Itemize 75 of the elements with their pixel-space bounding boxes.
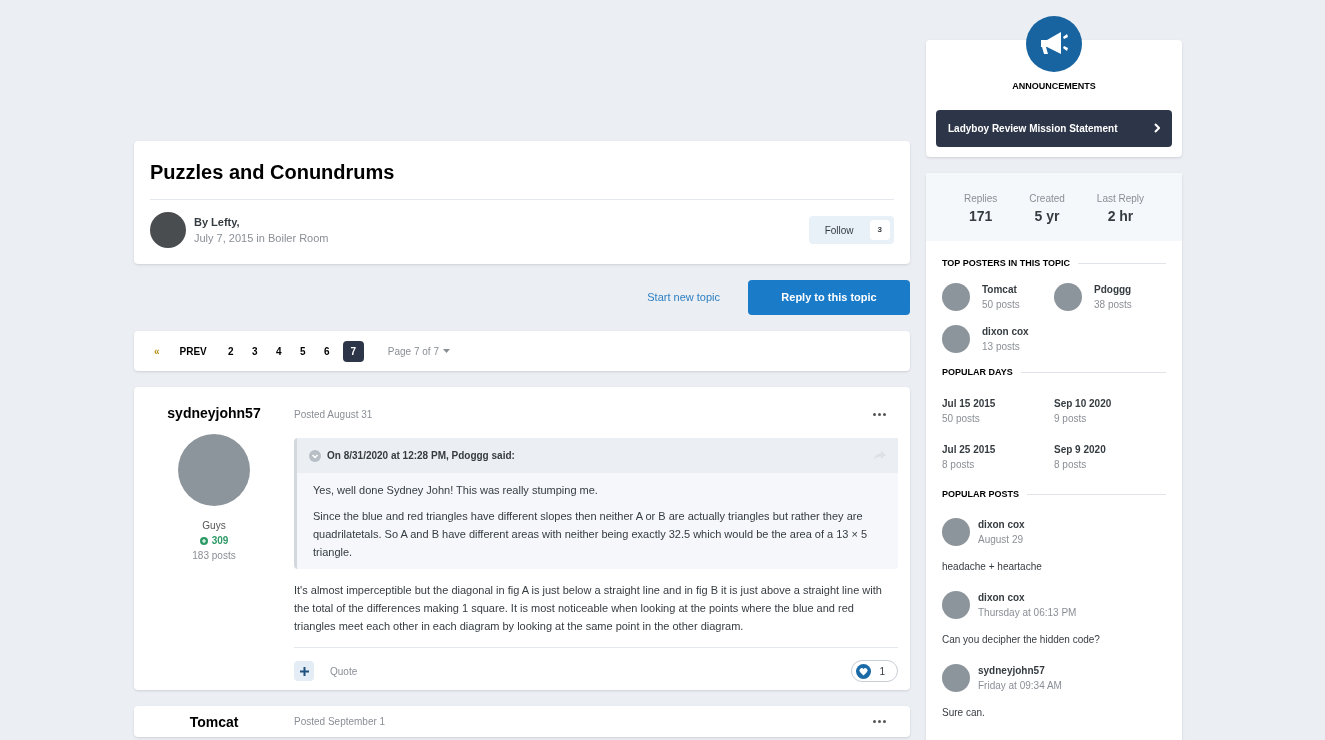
- follower-count: 3: [869, 220, 890, 240]
- caret-icon: [442, 349, 450, 353]
- plus-icon: [299, 666, 309, 676]
- popular-day-count: 8 posts: [942, 457, 976, 472]
- popular-day-count: 9 posts: [1054, 411, 1088, 426]
- popular-post-excerpt[interactable]: Sure can.: [942, 705, 1166, 720]
- poster-name[interactable]: Tomcat: [982, 282, 1020, 297]
- stat-value: 5 yr: [1034, 206, 1060, 226]
- popular-post-time: August 29: [978, 533, 1025, 547]
- popular-day-count: 8 posts: [1054, 457, 1088, 472]
- stat-label: Created: [1029, 191, 1065, 206]
- quote-paragraph: Since the blue and red triangles have different slopes then neither A or B are actually triangles but rather they are quadrilatetals. So A and B have different areas with neither being exactly 32.5 which would be the area of a 13 × 5 triangle.: [313, 509, 869, 560]
- popular-post-author[interactable]: dixon cox: [978, 517, 1025, 532]
- start-topic-link[interactable]: Start new topic: [647, 289, 720, 306]
- stat-value: 2 hr: [1107, 206, 1134, 226]
- popular-day-date[interactable]: Sep 9 2020: [1054, 441, 1166, 457]
- post-date: Posted September 1: [294, 715, 386, 729]
- author-name[interactable]: By Lefty,: [194, 213, 329, 230]
- quote-attribution: On 8/31/2020 at 12:28 PM, Pdoggg said:: [327, 449, 515, 463]
- page-link[interactable]: 2: [222, 340, 239, 362]
- poster-name[interactable]: Pdoggg: [1094, 282, 1132, 297]
- post-author[interactable]: sydneyjohn57: [167, 403, 261, 424]
- more-options-icon[interactable]: [873, 720, 886, 723]
- avatar-image: [942, 283, 970, 311]
- avatar-image: [1054, 283, 1082, 311]
- avatar-image: [942, 591, 970, 619]
- poster-post-count: 38 posts: [1094, 298, 1132, 312]
- avatar-image: [942, 664, 970, 692]
- post-date: Posted August 31: [294, 408, 373, 422]
- page-link[interactable]: 6: [318, 340, 335, 362]
- topic-title: Puzzles and Conundrums: [150, 157, 894, 200]
- plus-circle-icon: [199, 536, 208, 545]
- stat-label: Replies: [963, 191, 998, 206]
- poster-post-count: 50 posts: [982, 298, 1020, 312]
- section-heading: POPULAR DAYS: [942, 366, 1013, 379]
- page-link[interactable]: 5: [294, 340, 311, 362]
- post-body: It's almost imperceptible but the diagonal in fig A is just below a straight line and in fig B it is just above a straight line with the total of the differences making 1 square. It is most noticeable when looking at the points where the blue and red triangles meet each other in each diagram by looking at the same point in the other diagram.: [294, 581, 898, 648]
- quote-paragraph: Yes, well done Sydney John! This was really stumping me.: [313, 483, 599, 498]
- section-heading: TOP POSTERS IN THIS TOPIC: [942, 256, 1071, 270]
- popular-post-excerpt[interactable]: Can you decipher the hidden code?: [942, 632, 1166, 647]
- multiquote-button[interactable]: [294, 661, 314, 681]
- popular-post-author[interactable]: dixon cox: [978, 590, 1077, 605]
- chevron-right-icon: [1154, 123, 1160, 133]
- avatar-image: [150, 212, 186, 248]
- page-link[interactable]: 4: [270, 340, 287, 362]
- quote-link[interactable]: Quote: [330, 663, 358, 679]
- announcements-heading: ANNOUNCEMENTS: [1012, 80, 1096, 93]
- avatar-image: [942, 325, 970, 353]
- topic-meta: July 7, 2015 in Boiler Room: [194, 231, 329, 246]
- popular-day-count: 50 posts: [942, 411, 981, 426]
- popular-day-date[interactable]: Jul 15 2015: [942, 395, 1054, 411]
- follow-button[interactable]: Follow 3: [808, 216, 894, 244]
- page-menu[interactable]: Page 7 of 7: [387, 343, 450, 359]
- reply-button[interactable]: Reply to this topic: [748, 280, 910, 315]
- popular-post-time: Thursday at 06:13 PM: [978, 606, 1077, 620]
- more-options-icon[interactable]: [873, 413, 886, 416]
- popular-post-time: Friday at 09:34 AM: [978, 679, 1062, 693]
- announcement-item[interactable]: Ladyboy Review Mission Statement: [936, 109, 1172, 147]
- user-group: Guys: [202, 518, 226, 533]
- popular-post-author[interactable]: sydneyjohn57: [978, 663, 1062, 678]
- stat-value: 171: [968, 206, 993, 226]
- section-heading: POPULAR POSTS: [942, 487, 1019, 501]
- page-link[interactable]: 7: [342, 340, 364, 362]
- post-author[interactable]: Tomcat: [189, 712, 239, 733]
- reputation-score: 309: [211, 534, 229, 548]
- popular-day-date[interactable]: Sep 10 2020: [1054, 395, 1166, 411]
- stat-label: Last Reply: [1096, 191, 1145, 206]
- page-link[interactable]: 3: [246, 340, 263, 362]
- prev-link[interactable]: PREV: [175, 343, 211, 359]
- popular-post-excerpt[interactable]: headache + heartache: [942, 559, 1166, 574]
- poster-name[interactable]: dixon cox: [982, 324, 1029, 339]
- avatar-image: [942, 518, 970, 546]
- popular-day-date[interactable]: Jul 25 2015: [942, 441, 1054, 457]
- poster-post-count: 13 posts: [982, 340, 1021, 354]
- post-count: 183 posts: [192, 549, 236, 563]
